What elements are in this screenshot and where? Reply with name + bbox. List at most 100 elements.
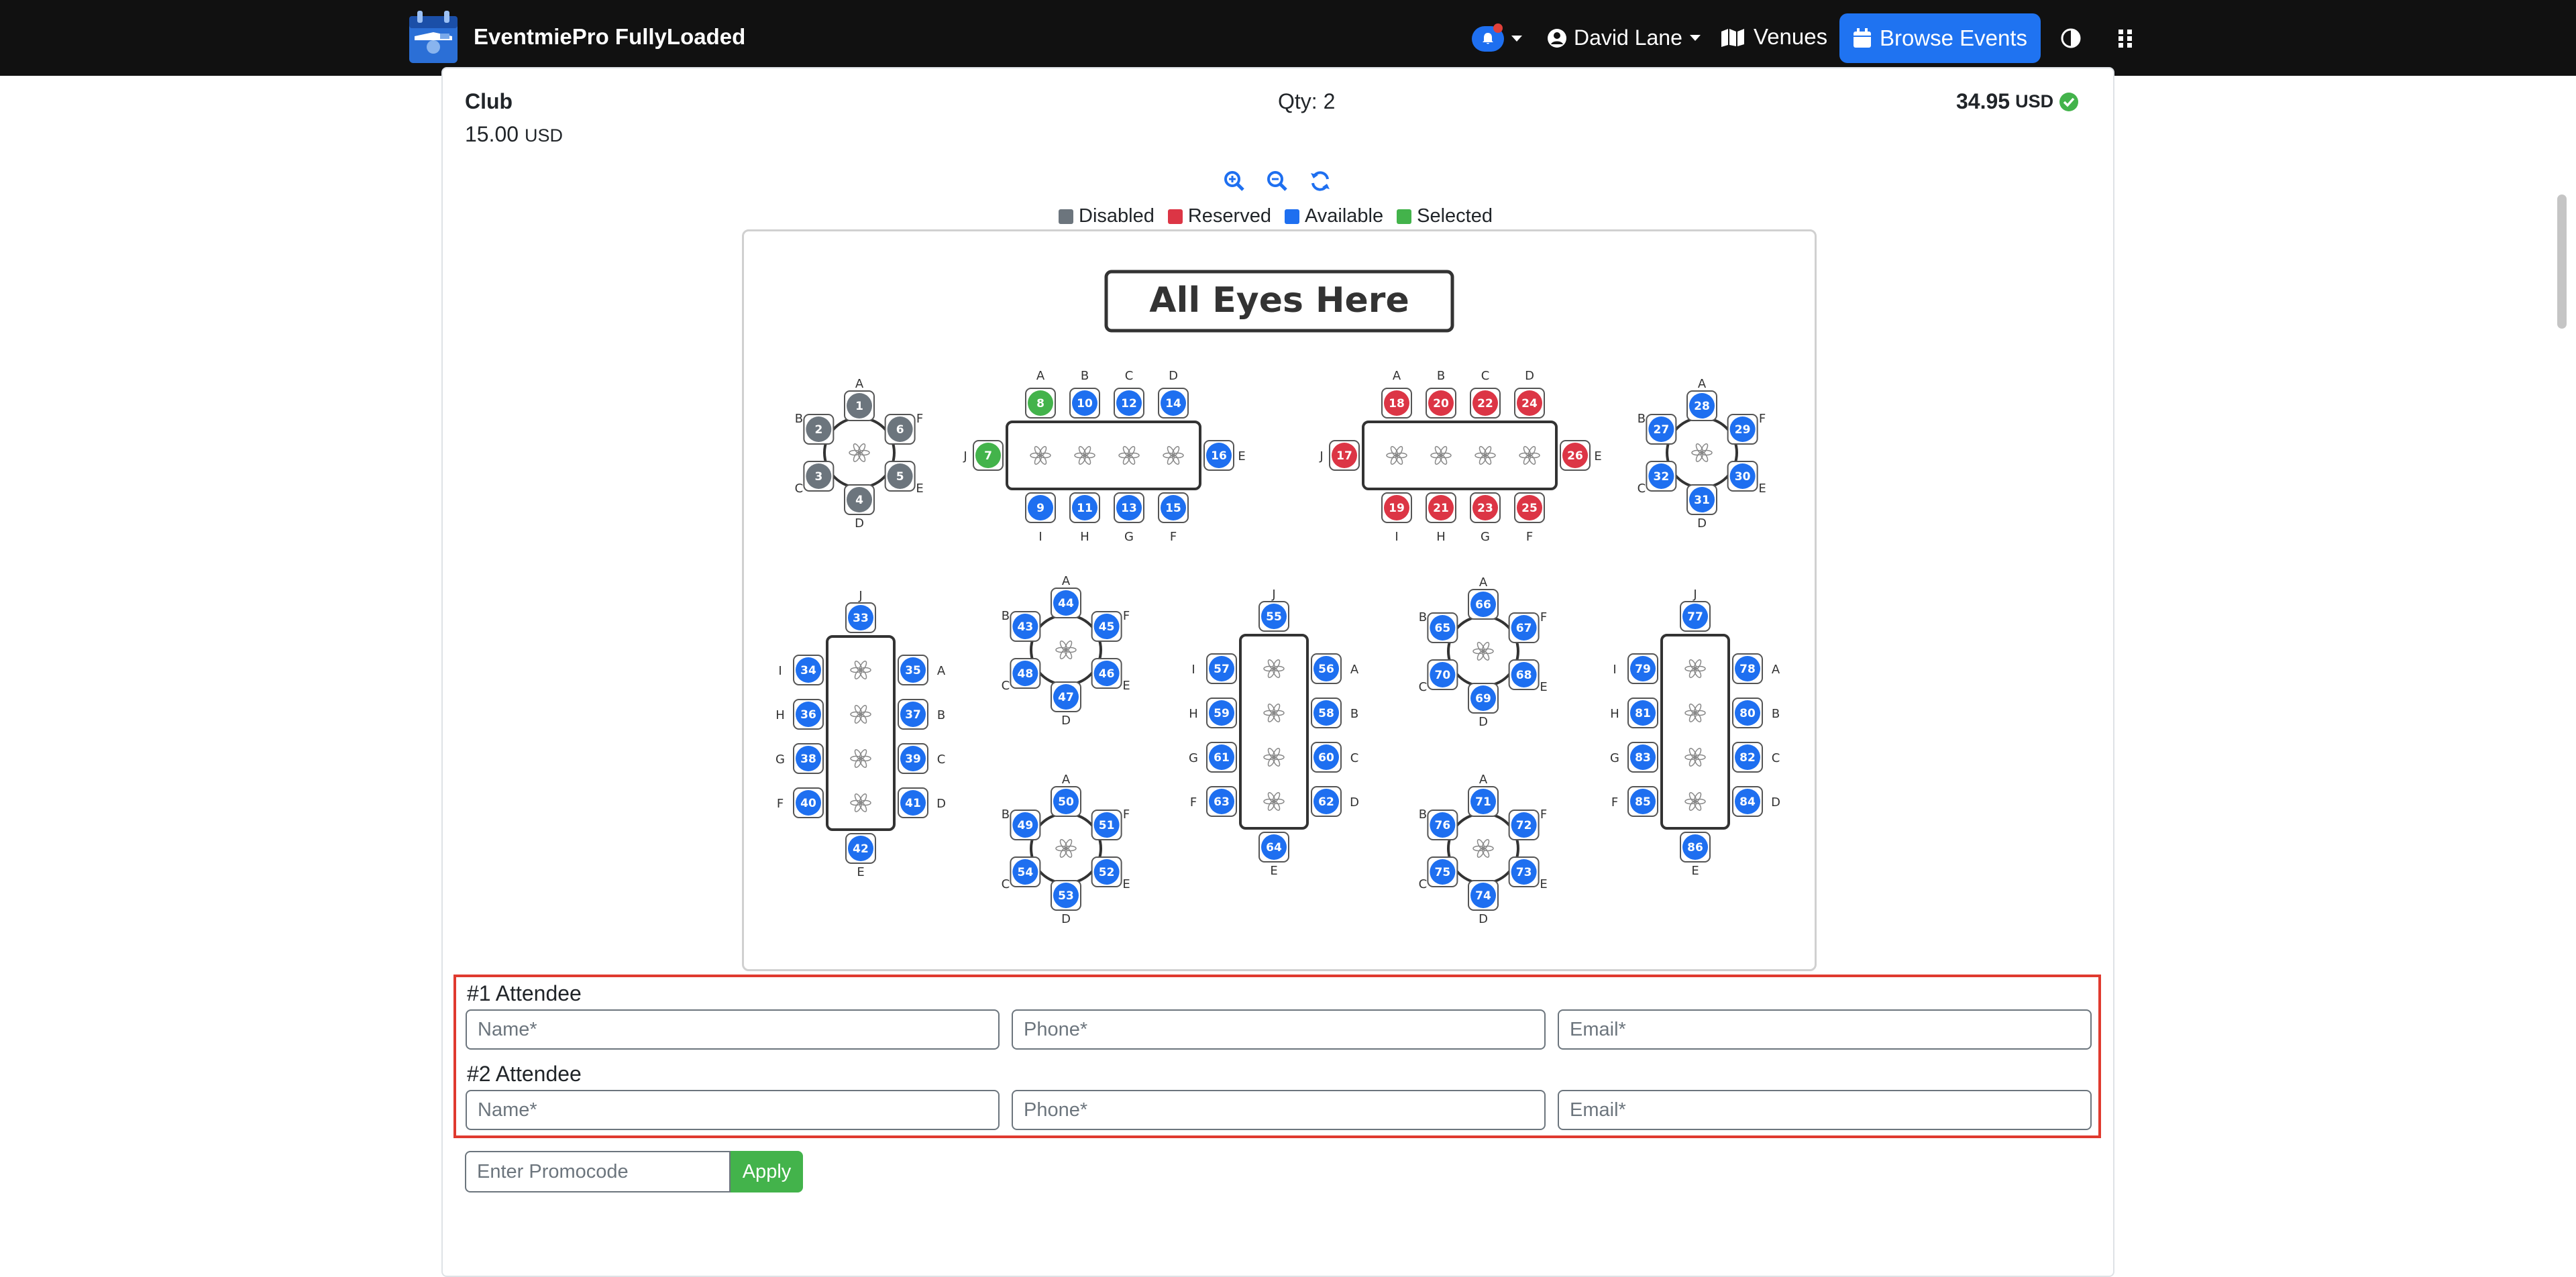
seat[interactable]: 68 E (1508, 659, 1548, 694)
seat[interactable]: 16 E (1203, 440, 1246, 471)
user-menu[interactable]: David Lane (1547, 25, 1701, 50)
seat[interactable]: 14 D (1158, 369, 1189, 419)
attendee-2-phone-input[interactable] (1012, 1090, 1546, 1130)
seat[interactable]: 56 A (1311, 653, 1359, 684)
seat[interactable]: 3C (795, 461, 835, 496)
seat[interactable]: 61 G (1189, 742, 1237, 773)
seat[interactable]: 74 D (1468, 880, 1499, 926)
seat[interactable]: 63 F (1190, 786, 1237, 817)
seat[interactable]: 48 C (1002, 658, 1041, 693)
seat[interactable]: 71 A (1468, 773, 1499, 817)
seat[interactable]: 47 D (1051, 681, 1081, 728)
seat[interactable]: 21 H (1426, 492, 1456, 544)
seat[interactable]: 51 F (1091, 808, 1130, 840)
seat[interactable]: 43 B (1002, 609, 1041, 642)
browse-events-button[interactable]: Browse Events (1839, 13, 2041, 63)
seat[interactable]: 37 B (898, 699, 945, 730)
apply-promocode-button[interactable]: Apply (731, 1151, 803, 1192)
seat[interactable]: 31 D (1686, 484, 1717, 531)
attendee-1-name-input[interactable] (466, 1009, 1000, 1050)
seat[interactable]: 64 E (1258, 832, 1289, 878)
seat[interactable]: 29 F (1727, 412, 1766, 445)
seat[interactable]: 15 F (1158, 492, 1189, 544)
seat[interactable]: 28 A (1686, 377, 1717, 421)
seat[interactable]: 42 E (845, 833, 876, 879)
seat[interactable]: 22 C (1470, 369, 1501, 419)
seat[interactable]: 82 C (1732, 742, 1780, 773)
attendee-1-phone-input[interactable] (1012, 1009, 1546, 1050)
seat[interactable]: 23 G (1470, 492, 1501, 544)
seat[interactable]: 12 C (1114, 369, 1144, 419)
zoom-out-icon[interactable] (1267, 170, 1288, 192)
seat[interactable]: 19 I (1381, 492, 1412, 544)
seat[interactable]: 67 F (1508, 610, 1548, 643)
contrast-icon[interactable] (2061, 28, 2081, 48)
seat[interactable]: 52 E (1091, 856, 1130, 891)
reset-zoom-icon[interactable] (1309, 170, 1331, 192)
seat[interactable]: 11 H (1069, 492, 1100, 544)
grid-menu-icon[interactable] (2118, 30, 2133, 48)
seat[interactable]: 13 G (1114, 492, 1144, 544)
seat[interactable]: 7J (963, 440, 1004, 471)
seat[interactable]: 30 E (1727, 461, 1766, 496)
seat[interactable]: 53 D (1051, 880, 1081, 926)
seat[interactable]: 6F (884, 412, 924, 445)
venues-link[interactable]: Venues (1720, 24, 1827, 50)
seat[interactable]: 32 C (1638, 461, 1677, 496)
zoom-in-icon[interactable] (1224, 170, 1245, 192)
seat[interactable]: 9I (1025, 492, 1056, 544)
seat[interactable]: 34 I (778, 655, 824, 685)
seat[interactable]: 20 B (1426, 369, 1456, 419)
seat[interactable]: 60 C (1311, 742, 1358, 773)
seat[interactable]: 78 A (1732, 653, 1780, 684)
seat[interactable]: 26 E (1560, 440, 1602, 471)
seat[interactable]: 59 H (1189, 698, 1237, 728)
seat[interactable]: 69 D (1468, 683, 1499, 729)
seat[interactable]: 45 F (1091, 609, 1130, 642)
chevron-down-icon[interactable] (1511, 35, 1523, 43)
seat[interactable]: 17 J (1319, 440, 1360, 471)
attendee-2-email-input[interactable] (1558, 1090, 2092, 1130)
seat[interactable]: 10 B (1069, 369, 1100, 419)
seat[interactable]: 50 A (1051, 773, 1081, 817)
seat[interactable]: 75 C (1419, 856, 1458, 891)
seat[interactable]: 76 B (1419, 808, 1458, 840)
seat[interactable]: 4D (844, 484, 875, 531)
seat[interactable]: 24 D (1514, 369, 1545, 419)
promocode-input[interactable] (465, 1151, 731, 1192)
seat[interactable]: 81 H (1610, 698, 1658, 728)
seat[interactable]: 79 I (1613, 653, 1658, 684)
seat[interactable]: 70 C (1419, 659, 1458, 694)
seat[interactable]: 80 B (1732, 698, 1780, 728)
seat[interactable]: 77 J (1680, 588, 1711, 632)
seat[interactable]: 36 H (775, 699, 824, 730)
seat[interactable]: 8A (1025, 369, 1056, 419)
seat[interactable]: 66 A (1468, 575, 1499, 620)
seat[interactable]: 55 J (1258, 588, 1289, 632)
seat[interactable]: 38 G (775, 743, 824, 774)
seat[interactable]: 44 A (1051, 574, 1081, 618)
seat[interactable]: 49 B (1002, 808, 1041, 840)
page-scrollbar[interactable] (2557, 195, 2567, 329)
seat[interactable]: 57 I (1191, 653, 1237, 684)
attendee-1-email-input[interactable] (1558, 1009, 2092, 1050)
seat[interactable]: 65 B (1419, 610, 1458, 643)
seat[interactable]: 62 D (1311, 786, 1359, 817)
seat[interactable]: 46 E (1091, 658, 1130, 693)
brand-link[interactable]: EventmiePro FullyLoaded (408, 9, 745, 64)
seat[interactable]: 2B (795, 412, 835, 445)
attendee-2-name-input[interactable] (466, 1090, 1000, 1130)
seat[interactable]: 84 D (1732, 786, 1780, 817)
seat[interactable]: 25 F (1514, 492, 1545, 544)
seat[interactable]: 33 J (845, 589, 876, 633)
seat[interactable]: 5E (884, 461, 924, 496)
seat[interactable]: 39 C (898, 743, 945, 774)
seat[interactable]: 58 B (1311, 698, 1358, 728)
seat[interactable]: 85 F (1611, 786, 1658, 817)
seat[interactable]: 41 D (898, 787, 946, 818)
seat[interactable]: 72 F (1508, 808, 1548, 840)
seat[interactable]: 1A (844, 377, 875, 421)
seat[interactable]: 73 E (1508, 856, 1548, 891)
seat[interactable]: 40 F (777, 787, 824, 818)
seat[interactable]: 83 G (1610, 742, 1658, 773)
